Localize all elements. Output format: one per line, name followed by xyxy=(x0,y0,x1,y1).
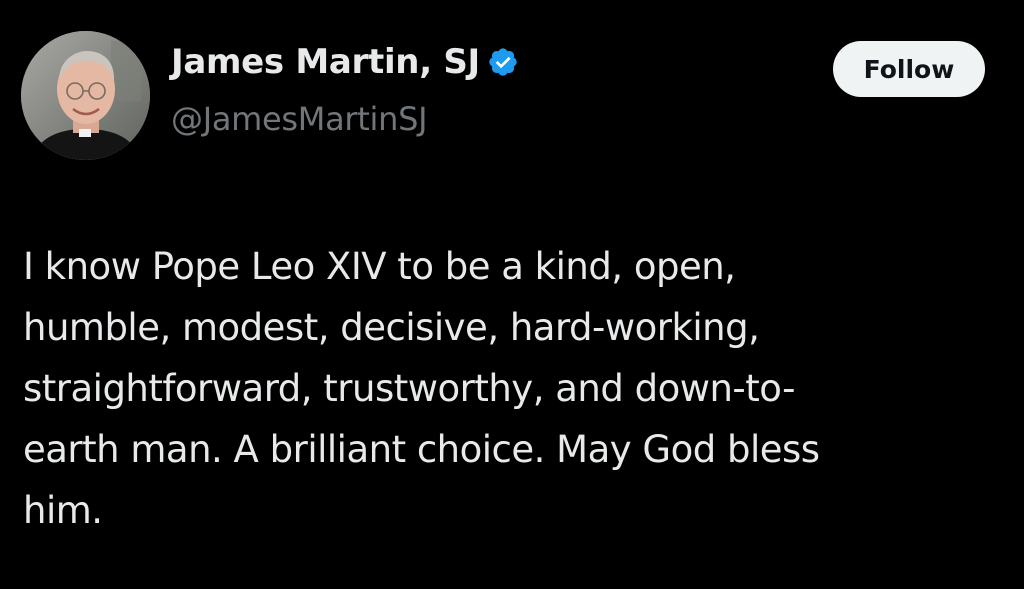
author-avatar[interactable] xyxy=(21,31,150,160)
tweet-card: James Martin, SJ @JamesMartinSJ Follow I… xyxy=(0,0,1024,589)
author-handle[interactable]: @JamesMartinSJ xyxy=(171,100,428,138)
author-display-name[interactable]: James Martin, SJ xyxy=(171,42,480,82)
avatar-image xyxy=(21,31,150,160)
author-name-row: James Martin, SJ xyxy=(171,42,519,82)
verified-badge-icon[interactable] xyxy=(487,46,519,78)
tweet-text: I know Pope Leo XIV to be a kind, open, … xyxy=(23,245,820,532)
follow-button[interactable]: Follow xyxy=(833,41,985,97)
